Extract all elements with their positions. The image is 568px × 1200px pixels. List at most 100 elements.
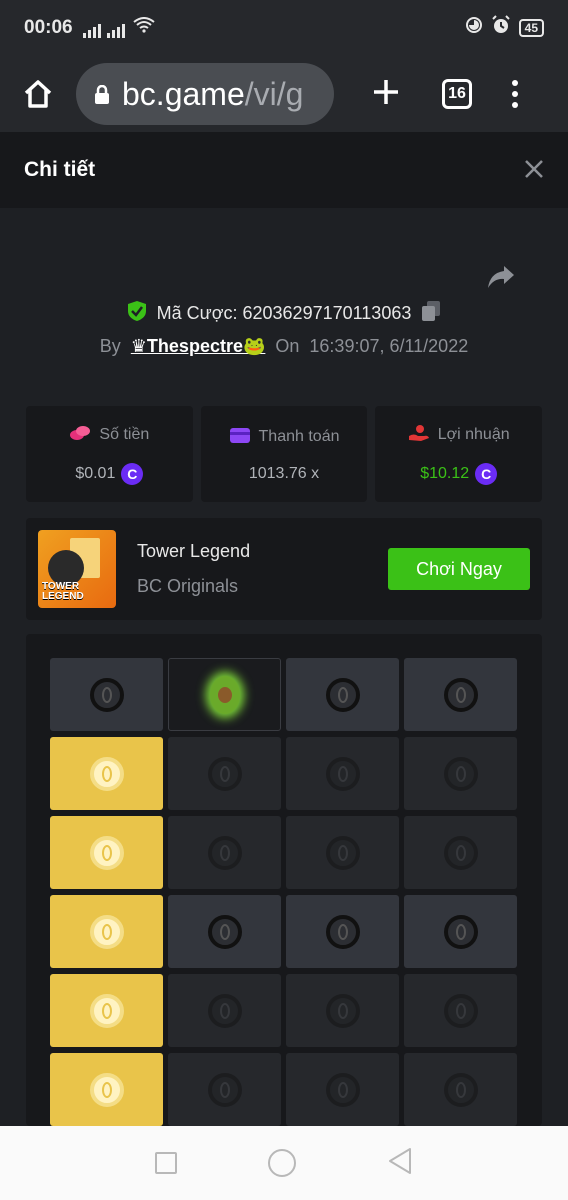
egg-icon	[89, 677, 124, 712]
egg-icon	[325, 914, 360, 949]
tile-egg	[168, 816, 281, 889]
tile-egg	[286, 737, 399, 810]
system-nav-bar	[0, 1126, 568, 1200]
egg-icon	[207, 914, 242, 949]
tile-picked	[50, 895, 163, 968]
tile-egg	[404, 737, 517, 810]
alarm-icon	[491, 15, 511, 41]
egg-icon	[207, 1072, 242, 1107]
tile-picked	[50, 737, 163, 810]
copy-icon	[422, 301, 441, 321]
tile-picked	[50, 974, 163, 1047]
bet-id-row: Mã Cược: 62036297170113063	[0, 300, 568, 327]
stat-profit: Lợi nhuận $10.12 C	[375, 406, 543, 502]
new-tab-button[interactable]	[366, 72, 406, 117]
tile-egg	[168, 895, 281, 968]
recents-button[interactable]	[155, 1152, 178, 1174]
back-button[interactable]	[387, 1147, 413, 1180]
wifi-icon	[132, 17, 155, 39]
home-button[interactable]	[16, 72, 60, 116]
egg-icon	[89, 993, 124, 1028]
tab-switcher-button[interactable]: 16	[442, 79, 472, 109]
egg-icon	[443, 756, 478, 791]
tile-egg	[286, 816, 399, 889]
egg-icon	[325, 993, 360, 1028]
thumbnail-text: TOWER LEGEND	[42, 581, 84, 602]
back-icon	[388, 1147, 411, 1174]
game-thumbnail[interactable]: TOWER LEGEND	[38, 530, 116, 608]
home-nav-button[interactable]	[267, 1149, 296, 1177]
url-path: /vi/g	[244, 75, 304, 112]
tile-picked	[50, 1053, 163, 1126]
egg-icon	[443, 1072, 478, 1107]
details-header: Chi tiết	[0, 132, 568, 208]
share-button[interactable]	[486, 264, 516, 295]
egg-icon	[443, 993, 478, 1028]
egg-icon	[325, 756, 360, 791]
tile-egg	[168, 737, 281, 810]
coins-icon	[69, 424, 91, 447]
tile-egg	[286, 1053, 399, 1126]
user-link[interactable]: ♛Thespectre🐸	[131, 336, 266, 357]
egg-icon	[207, 756, 242, 791]
tile-egg	[404, 1053, 517, 1126]
browser-toolbar: bc.game/vi/g 16	[0, 56, 568, 132]
share-icon	[488, 266, 514, 288]
copy-button[interactable]	[421, 300, 441, 327]
by-label: By	[99, 336, 121, 356]
game-card: TOWER LEGEND Tower Legend BC Originals C…	[26, 518, 542, 620]
bet-byline: By ♛Thespectre🐸 On 16:39:07, 6/11/2022	[0, 336, 568, 357]
egg-icon	[89, 1072, 124, 1107]
egg-icon	[443, 914, 478, 949]
data-saver-icon	[465, 16, 483, 40]
overflow-menu-button[interactable]	[512, 80, 518, 108]
game-provider: BC Originals	[137, 576, 239, 596]
egg-icon	[89, 835, 124, 870]
close-button[interactable]	[524, 153, 544, 187]
bet-timestamp: 16:39:07, 6/11/2022	[309, 336, 469, 356]
status-time: 00:06	[24, 17, 73, 38]
amount-label: Số tiền	[99, 426, 150, 443]
stat-amount: Số tiền $0.01 C	[26, 406, 193, 502]
egg-icon	[89, 756, 124, 791]
tile-egg	[286, 974, 399, 1047]
tile-egg	[404, 895, 517, 968]
tile-egg	[168, 1053, 281, 1126]
tile-egg	[286, 895, 399, 968]
plus-icon	[374, 79, 398, 104]
stat-payout: Thanh toán 1013.76 x	[200, 406, 368, 502]
profit-value: $10.12	[420, 464, 470, 482]
bet-id: Mã Cược: 62036297170113063	[156, 303, 412, 323]
lock-icon	[94, 76, 110, 113]
coin-icon: C	[121, 462, 144, 485]
wallet-icon	[229, 426, 251, 449]
game-name: Tower Legend	[137, 541, 251, 561]
url-domain: bc.game	[122, 75, 245, 112]
home-icon	[24, 80, 52, 108]
play-now-button[interactable]: Chơi Ngay	[388, 548, 530, 590]
tile-egg	[286, 658, 399, 731]
tower-grid	[50, 658, 518, 1126]
amount-value: $0.01	[75, 464, 116, 482]
bet-stats: Số tiền $0.01 C Thanh toán 1013.76 x Lợi…	[26, 406, 543, 502]
egg-icon	[207, 993, 242, 1028]
egg-icon	[443, 835, 478, 870]
url-bar[interactable]: bc.game/vi/g	[76, 63, 334, 125]
tile-egg	[168, 974, 281, 1047]
egg-icon	[443, 677, 478, 712]
tile-avocado	[168, 658, 281, 731]
tile-egg	[404, 816, 517, 889]
egg-icon	[325, 835, 360, 870]
signal-icon	[82, 18, 125, 38]
egg-icon	[207, 835, 242, 870]
battery-icon: 45	[518, 19, 544, 37]
verified-shield-icon	[127, 300, 147, 327]
avocado-icon	[209, 675, 240, 714]
coin-icon: C	[475, 462, 498, 485]
profit-label: Lợi nhuận	[437, 426, 510, 443]
on-label: On	[275, 336, 300, 356]
tile-egg	[404, 658, 517, 731]
profit-hand-icon	[408, 424, 430, 447]
egg-icon	[325, 1072, 360, 1107]
egg-icon	[89, 914, 124, 949]
